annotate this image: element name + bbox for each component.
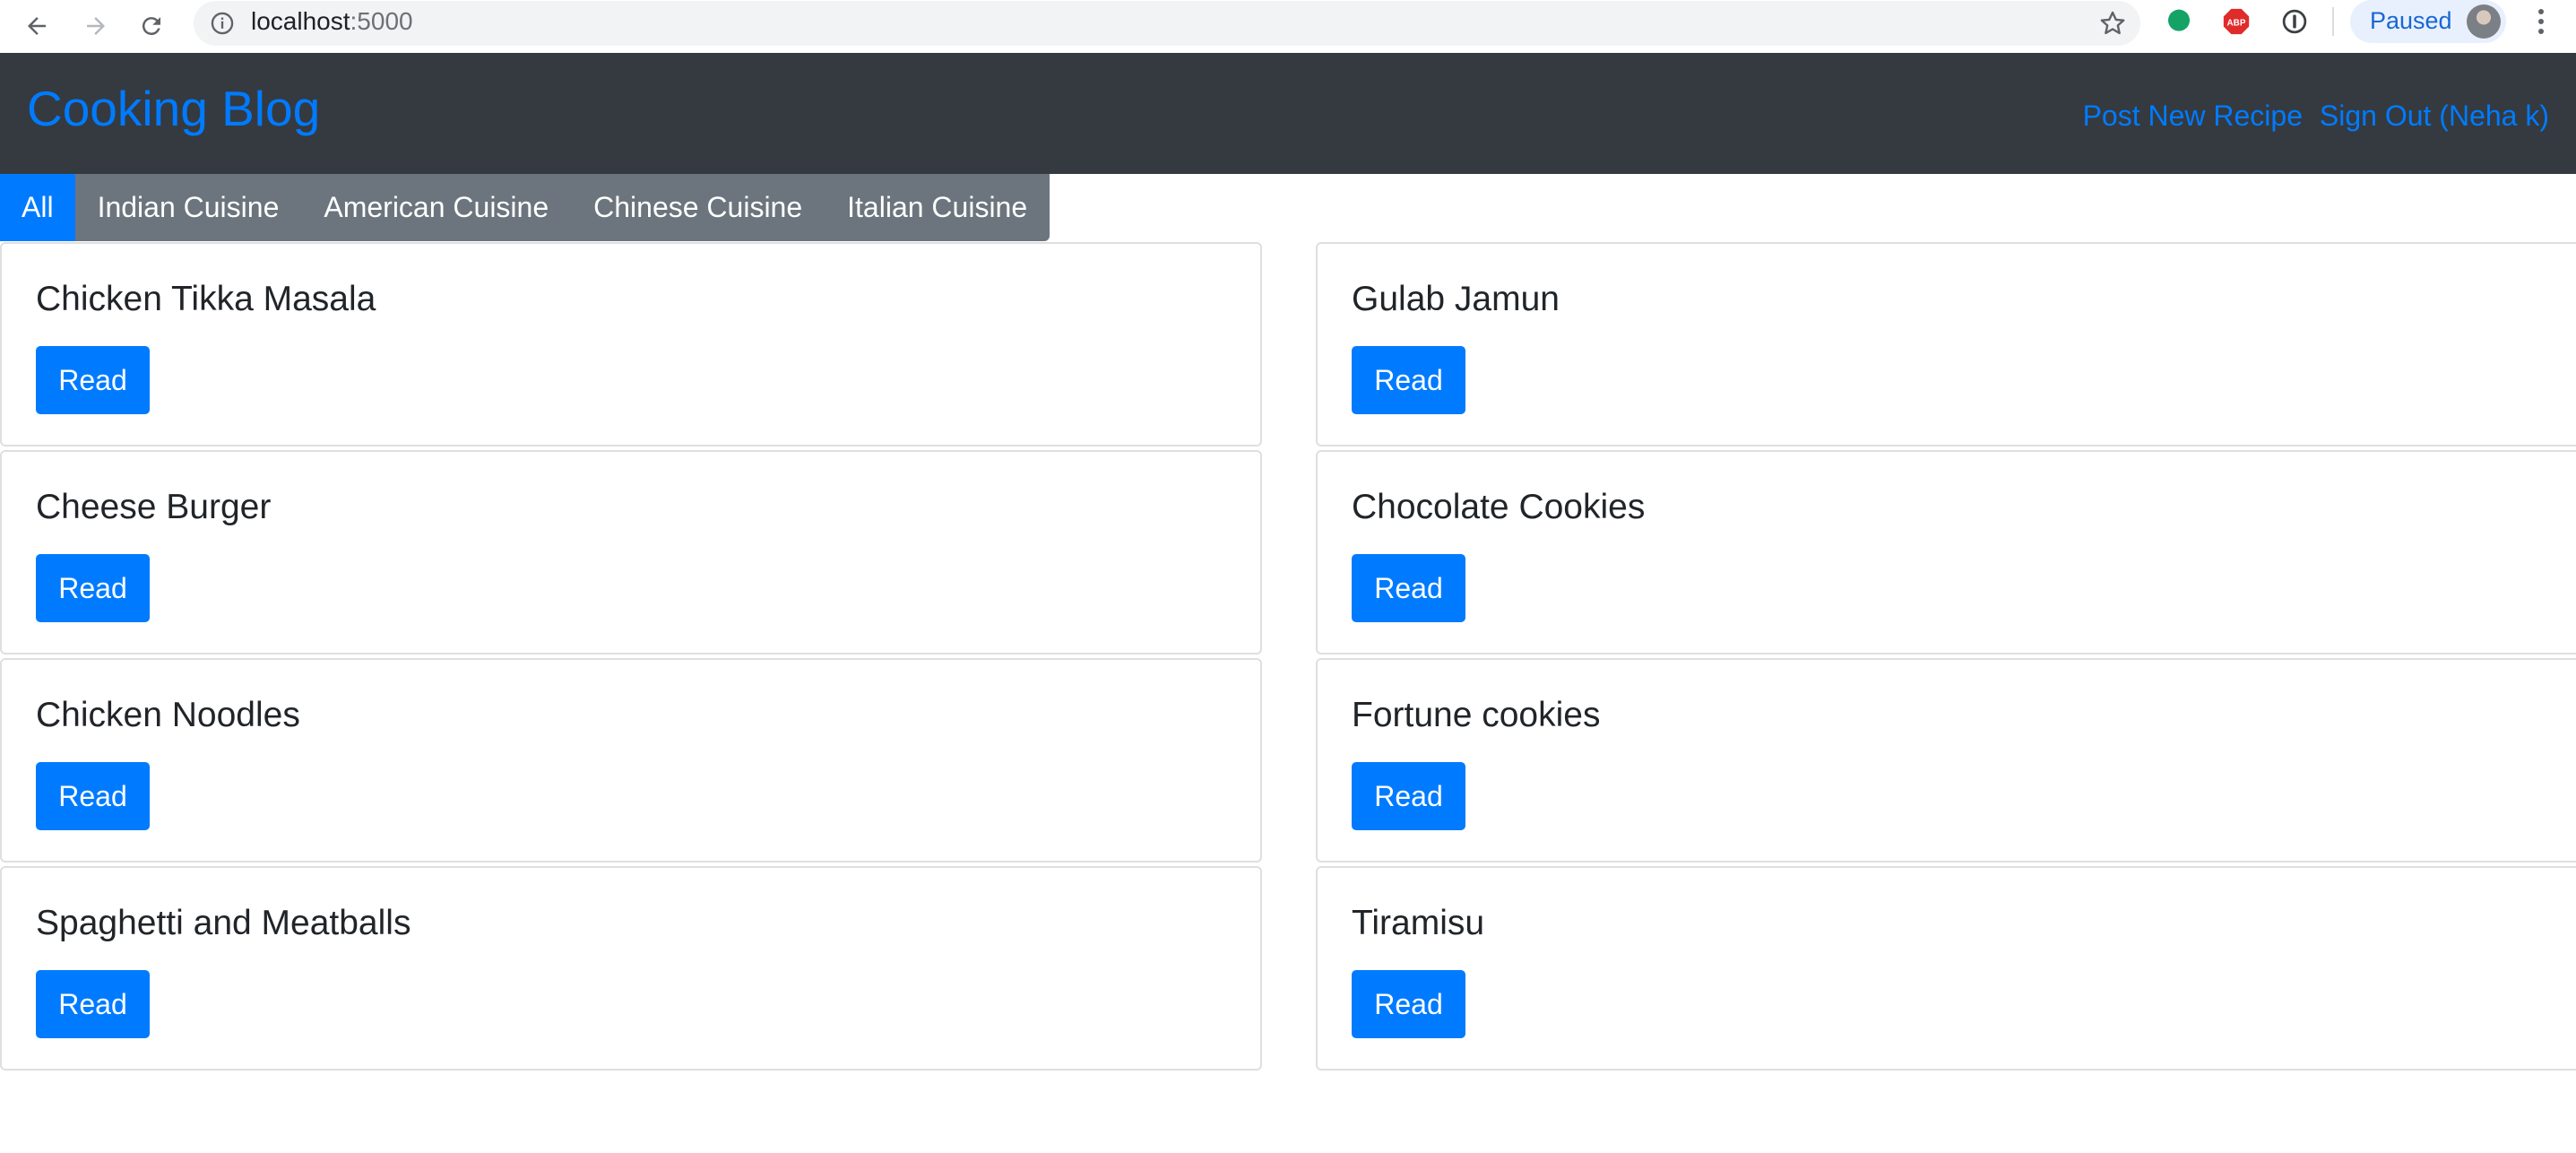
sign-out-link[interactable]: Sign Out (Neha k) [2320, 100, 2549, 132]
recipe-title: Chocolate Cookies [1352, 488, 1646, 526]
toolbar-divider [2332, 7, 2334, 36]
brand-link[interactable]: Cooking Blog [27, 53, 320, 164]
recipe-card: Gulab Jamun Read [1316, 242, 2576, 446]
read-button[interactable]: Read [1352, 762, 1465, 830]
recipe-title: Gulab Jamun [1352, 280, 1560, 318]
tab-italian-cuisine[interactable]: Italian Cuisine [825, 174, 1050, 241]
site-navbar: Cooking Blog Post New Recipe Sign Out (N… [0, 53, 2576, 174]
url-host: localhost [251, 7, 350, 35]
recipe-title: Fortune cookies [1352, 696, 1601, 734]
star-icon[interactable] [2097, 8, 2128, 39]
menu-icon[interactable] [2528, 4, 2554, 39]
recipe-title: Tiramisu [1352, 904, 1485, 942]
url-port: :5000 [350, 7, 413, 35]
recipe-card: Chicken Tikka Masala Read [0, 242, 1262, 446]
recipe-card: Chicken Noodles Read [0, 658, 1262, 863]
nav-links: Post New Recipe Sign Out (Neha k) [2083, 53, 2549, 178]
tab-american-cuisine[interactable]: American Cuisine [301, 174, 571, 241]
recipe-card: Tiramisu Read [1316, 866, 2576, 1071]
recipe-card: Fortune cookies Read [1316, 658, 2576, 863]
browser-toolbar: localhost:5000 ABP Paused [0, 0, 2576, 53]
recipe-title: Cheese Burger [36, 488, 272, 526]
back-icon[interactable] [16, 5, 57, 47]
recipe-card: Spaghetti and Meatballs Read [0, 866, 1262, 1071]
tab-chinese-cuisine[interactable]: Chinese Cuisine [571, 174, 825, 241]
forward-icon[interactable] [75, 5, 117, 47]
read-button[interactable]: Read [36, 762, 150, 830]
recipe-title: Chicken Noodles [36, 696, 300, 734]
address-bar[interactable]: localhost:5000 [194, 1, 2140, 46]
read-button[interactable]: Read [1352, 346, 1465, 414]
cuisine-tabs: All Indian Cuisine American Cuisine Chin… [0, 174, 1050, 241]
tab-all[interactable]: All [0, 174, 75, 241]
grammarly-icon[interactable] [2163, 5, 2195, 38]
info-icon[interactable] [210, 11, 235, 36]
profile-status: Paused [2370, 7, 2452, 34]
recipe-card: Cheese Burger Read [0, 450, 1262, 655]
url-text: localhost:5000 [251, 1, 413, 42]
recipe-title: Chicken Tikka Masala [36, 280, 376, 318]
read-button[interactable]: Read [36, 970, 150, 1038]
profile-button[interactable]: Paused [2350, 0, 2506, 43]
read-button[interactable]: Read [36, 554, 150, 622]
post-new-recipe-link[interactable]: Post New Recipe [2083, 100, 2303, 132]
avatar [2467, 4, 2501, 39]
reload-icon[interactable] [131, 5, 172, 47]
read-button[interactable]: Read [1352, 554, 1465, 622]
recipe-title: Spaghetti and Meatballs [36, 904, 411, 942]
tab-indian-cuisine[interactable]: Indian Cuisine [75, 174, 302, 241]
recipe-card: Chocolate Cookies Read [1316, 450, 2576, 655]
extension-icon[interactable] [2278, 5, 2311, 38]
adblock-icon[interactable]: ABP [2220, 5, 2252, 38]
read-button[interactable]: Read [36, 346, 150, 414]
read-button[interactable]: Read [1352, 970, 1465, 1038]
adblock-label: ABP [2227, 18, 2246, 28]
